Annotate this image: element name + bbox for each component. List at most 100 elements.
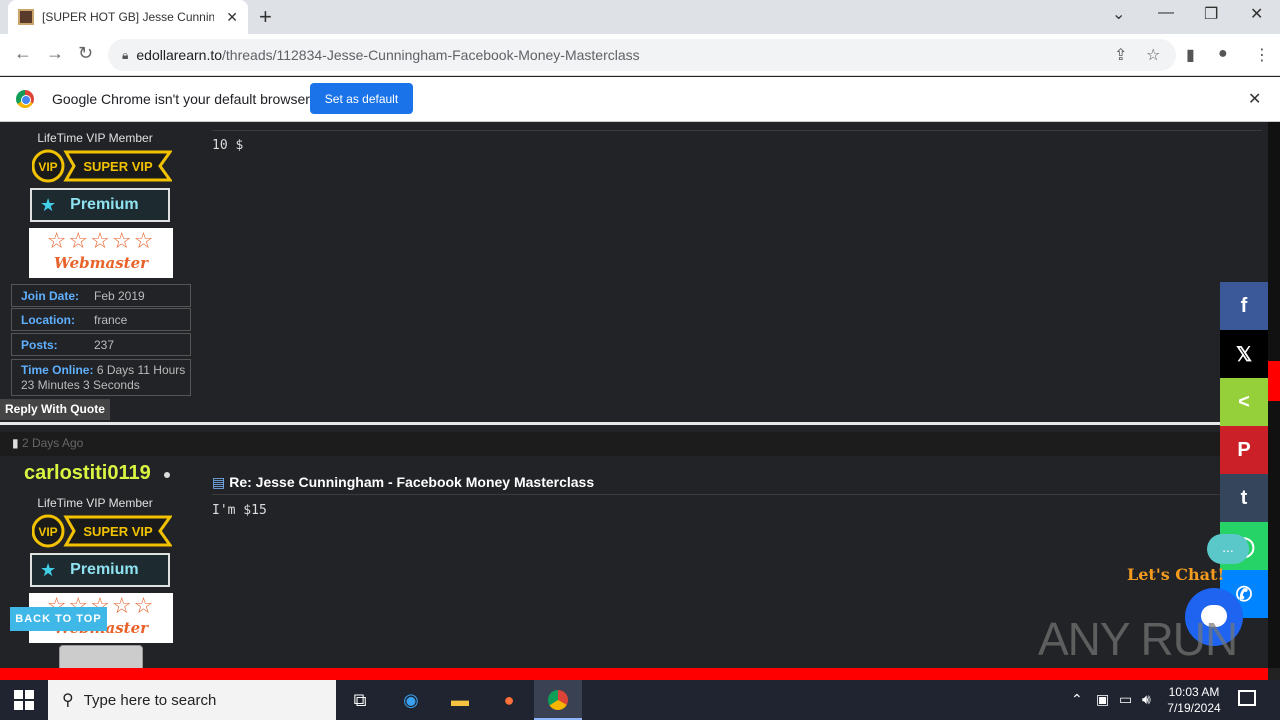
clock-time: 10:03 AM [1168,685,1220,699]
clock-date: 7/19/2024 [1167,701,1221,715]
reload-icon[interactable]: ↻ [78,43,93,64]
webmaster-badge: ☆☆☆☆☆ Webmaster [29,228,173,278]
location-row: Location: france [11,308,191,331]
user-rank: LifeTime VIP Member [37,131,153,145]
post-separator [0,422,1268,425]
join-date-label: Join Date: [21,288,80,303]
new-tab-icon[interactable]: + [259,4,272,30]
windows-start-icon[interactable] [14,690,34,710]
posts-value: 237 [94,337,115,352]
post-title: ▤ Re: Jesse Cunningham - Facebook Money M… [212,474,594,491]
online-status-icon [164,472,170,478]
vip-label: SUPER VIP [83,524,153,539]
star-icon: ★ [40,194,57,215]
task-view-icon[interactable]: ⧉ [346,686,374,714]
infobar-message: Google Chrome isn't your default browser [52,91,310,107]
reply-with-quote-button[interactable]: Reply With Quote [0,399,110,420]
post-body: I'm $15 [212,503,267,518]
taskbar-search-input[interactable]: ⚲ Type here to search [48,680,336,720]
post-title-text: Re: Jesse Cunningham - Facebook Money Ma… [229,474,595,490]
chrome-icon [548,690,568,710]
share-page-icon[interactable]: ⇪ [1114,45,1127,65]
time-online-row: Time Online: 6 Days 11 Hours 23 Minutes … [11,359,191,396]
chrome-taskbar-button[interactable] [534,680,582,720]
premium-label: Premium [70,196,139,213]
back-to-top-button[interactable]: BACK TO TOP [10,607,107,631]
premium-badge: ★ Premium [30,553,170,587]
network-icon[interactable]: ▭ [1119,691,1132,708]
posts-row: Posts: 237 [11,333,191,356]
pinterest-share-icon[interactable]: P [1220,426,1268,474]
vip-label: SUPER VIP [83,159,153,174]
bookmark-star-icon[interactable]: ☆ [1146,45,1160,65]
restore-icon[interactable]: ❐ [1204,4,1218,24]
lock-icon: 🔒︎ [122,47,129,62]
webmaster-label: Webmaster [53,254,149,272]
tab-strip: [SUPER HOT GB] Jesse Cunningh ✕ + ⌄ — ❐ … [0,0,1280,34]
taskbar-clock[interactable]: 10:03 AM 7/19/2024 [1160,684,1228,716]
anyrun-watermark: ANY RUN [1038,613,1238,665]
search-icon: ⚲ [62,692,74,709]
post-body: 10 $ [212,138,244,153]
vip-circle-text: VIP [38,160,57,174]
avatar [59,645,143,668]
infobar-close-icon[interactable]: ✕ [1248,89,1261,109]
side-panel-icon[interactable]: ▮ [1186,45,1195,65]
forward-icon[interactable]: → [46,43,64,64]
volume-icon[interactable]: 🔊︎ [1142,691,1151,708]
location-value: france [94,312,128,327]
menu-kebab-icon[interactable]: ⋮ [1254,45,1270,65]
red-banner-strip [0,668,1268,680]
file-explorer-icon[interactable]: ▬ [446,686,474,714]
url-path: /threads/112834-Jesse-Cunningham-Faceboo… [222,47,640,63]
browser-tab[interactable]: [SUPER HOT GB] Jesse Cunningh ✕ [8,0,248,34]
window-close-icon[interactable]: ✕ [1250,4,1263,24]
premium-label: Premium [70,561,139,578]
browser-toolbar: ← → ↻ 🔒︎ edollarearn.to/threads/112834-J… [0,34,1280,76]
join-date-row: Join Date: Feb 2019 [11,284,191,307]
edge-icon[interactable]: ◉ [397,686,425,714]
url-host: edollarearn.to [136,47,223,63]
post-doc-icon: ▮ [12,436,19,450]
vip-circle-text: VIP [38,525,57,539]
tray-chevron-icon[interactable]: ⌃ [1071,691,1083,708]
document-icon: ▤ [212,474,226,490]
facebook-share-icon[interactable]: f [1220,282,1268,330]
tumblr-share-icon[interactable]: t [1220,474,1268,522]
site-favicon-icon [18,9,34,25]
location-label: Location: [21,312,75,327]
forum-page: LifeTime VIP Member VIP SUPER VIP ★ Prem… [0,122,1268,668]
rating-stars-icon: ☆☆☆☆☆ [46,228,156,253]
tab-title: [SUPER HOT GB] Jesse Cunningh [42,10,214,24]
posts-label: Posts: [21,337,58,352]
meet-now-icon[interactable]: ▣ [1096,691,1109,708]
minimize-icon[interactable]: — [1158,4,1174,22]
super-vip-badge: VIP SUPER VIP [32,149,172,183]
address-bar[interactable]: 🔒︎ edollarearn.to/threads/112834-Jesse-C… [108,39,1176,71]
user-rank: LifeTime VIP Member [37,496,153,510]
x-share-icon[interactable]: 𝕏 [1220,330,1268,378]
notification-icon[interactable] [1238,690,1256,706]
default-browser-infobar: Google Chrome isn't your default browser… [0,77,1280,122]
join-date-value: Feb 2019 [94,288,145,303]
windows-taskbar: ⚲ Type here to search ⧉ ◉ ▬ ● ⌃ ▣ ▭ 🔊︎ 1… [0,680,1280,720]
tab-search-chevron-icon[interactable]: ⌄ [1112,4,1125,24]
premium-badge: ★ Premium [30,188,170,222]
search-placeholder: Type here to search [83,691,217,709]
firefox-icon[interactable]: ● [495,686,523,714]
post-divider [212,130,1262,131]
star-icon: ★ [40,559,57,580]
lets-chat-label: Let's Chat! [1127,565,1225,584]
time-online-label: Time Online: [21,363,94,377]
profile-avatar-icon[interactable]: ● [1218,45,1228,63]
super-vip-badge: VIP SUPER VIP [32,514,172,548]
username-link[interactable]: carlostiti0119 [24,462,151,485]
back-icon[interactable]: ← [14,43,32,64]
chat-typing-bubble[interactable]: ... [1207,534,1249,564]
tab-close-icon[interactable]: ✕ [226,9,238,26]
share-share-icon[interactable]: < [1220,378,1268,426]
chrome-logo-icon [16,90,34,108]
post-date: 2 Days Ago [21,436,84,450]
set-default-button[interactable]: Set as default [310,83,413,114]
post-divider [212,494,1262,495]
